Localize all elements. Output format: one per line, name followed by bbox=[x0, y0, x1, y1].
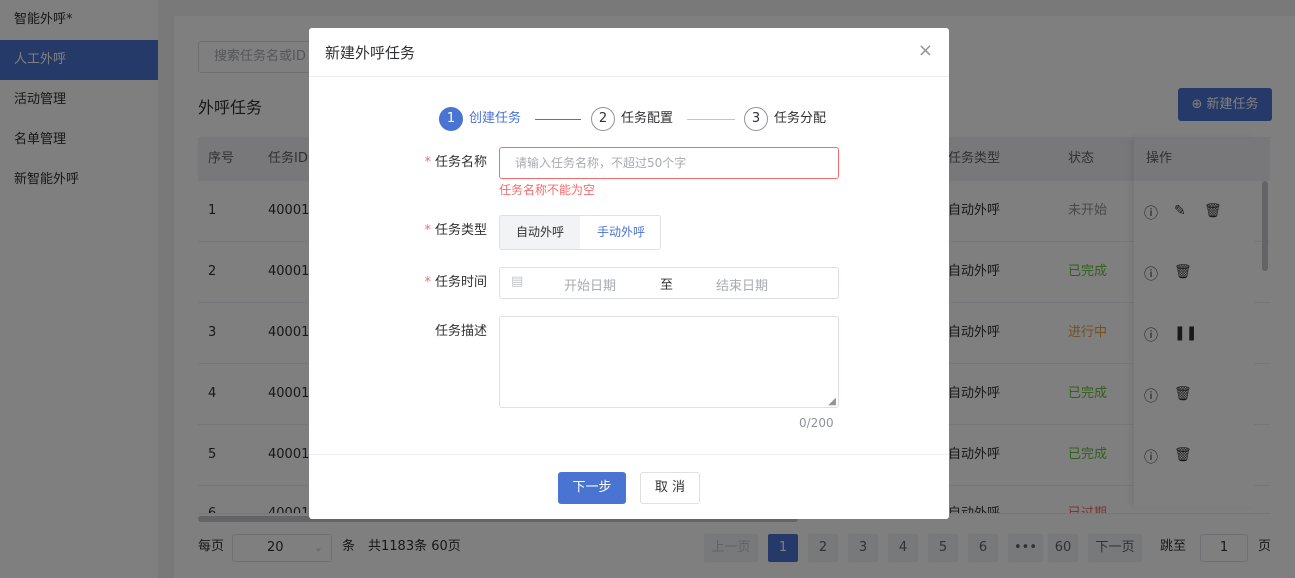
task-desc-label: 任务描述 bbox=[434, 324, 487, 339]
range-separator: 至 bbox=[660, 278, 674, 293]
task-type-label: * 任务类型 bbox=[424, 223, 487, 238]
start-date-input[interactable]: 开始日期 bbox=[564, 275, 616, 294]
task-name-label: * 任务名称 bbox=[424, 155, 487, 170]
char-counter: 0/200 bbox=[799, 416, 834, 430]
required-mark: * bbox=[424, 275, 431, 290]
task-desc-textarea[interactable]: ◢ bbox=[499, 316, 839, 408]
task-name-input[interactable]: 请输入任务名称，不超过50个字 bbox=[499, 147, 839, 179]
end-date-input[interactable]: 结束日期 bbox=[716, 275, 768, 294]
new-task-dialog: 新建外呼任务 × 1 创建任务 2 任务配置 3 任务分配 * 任务名称 请输入任… bbox=[309, 28, 949, 519]
step-1-label: 创建任务 bbox=[469, 111, 522, 126]
resize-handle-icon[interactable]: ◢ bbox=[828, 396, 836, 407]
required-mark: * bbox=[424, 223, 431, 238]
task-name-error: 任务名称不能为空 bbox=[499, 183, 596, 197]
step-connector bbox=[687, 119, 735, 120]
dialog-footer: 下一步 取 消 bbox=[309, 454, 949, 519]
step-1-circle: 1 bbox=[439, 107, 463, 131]
task-time-label: * 任务时间 bbox=[424, 275, 487, 290]
step-3-label: 任务分配 bbox=[774, 111, 827, 126]
step-connector bbox=[535, 119, 581, 120]
next-step-button[interactable]: 下一步 bbox=[558, 472, 626, 504]
close-icon[interactable]: × bbox=[918, 41, 933, 61]
step-2-circle: 2 bbox=[591, 107, 615, 131]
dialog-header: 新建外呼任务 × bbox=[309, 28, 949, 77]
cancel-button[interactable]: 取 消 bbox=[640, 472, 700, 504]
calendar-icon: ▤ bbox=[511, 274, 524, 289]
steps-indicator: 1 创建任务 2 任务配置 3 任务分配 bbox=[439, 107, 839, 131]
dialog-title: 新建外呼任务 bbox=[325, 44, 416, 62]
required-mark: * bbox=[424, 155, 431, 170]
step-2-label: 任务配置 bbox=[621, 111, 674, 126]
type-auto-option[interactable]: 自动外呼 bbox=[500, 216, 580, 249]
date-range-picker[interactable]: ▤ 开始日期 至 结束日期 bbox=[499, 267, 839, 299]
task-type-toggle: 自动外呼 手动外呼 bbox=[499, 215, 661, 250]
type-manual-option[interactable]: 手动外呼 bbox=[581, 216, 660, 249]
step-3-circle: 3 bbox=[744, 107, 768, 131]
